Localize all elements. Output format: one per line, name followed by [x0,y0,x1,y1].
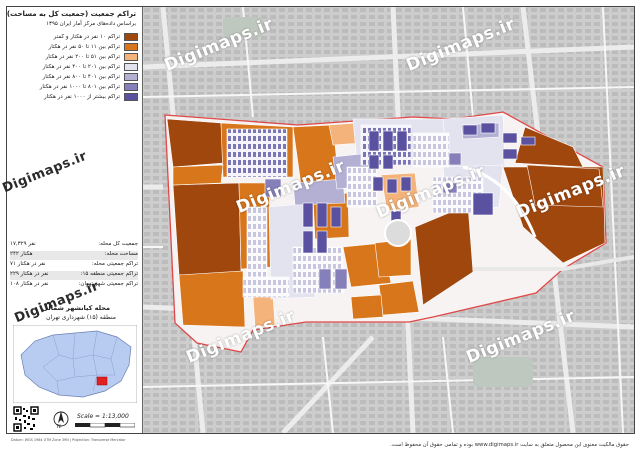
legend-class-2: تراکم بین ۱۱ تا ۵۰ نفر در هکتار [10,43,138,52]
legend-class-label: تراکم بین ۸۰۱ تا ۱۰۰۰ نفر در هکتار [39,84,120,90]
map-canvas[interactable]: · Digimaps.ir Digimaps.ir Digimaps.ir Di… [143,7,634,433]
legend-subtitle: براساس داده‌های مرکز آمار ایران ۱۳۹۵ [46,21,136,27]
stat-key: جمعیت کل محله: [98,241,138,247]
legend-swatch [124,63,138,71]
north-arrow-icon [53,411,69,427]
stat-value: ۲۲۹ نفر در هکتار [10,271,49,277]
legend-class-label: تراکم بین ۱۱ تا ۵۰ نفر در هکتار [48,44,120,50]
stat-row: جمعیت کل محله: ۱۷,۳۲۹ نفر [10,241,138,250]
legend-class-6: تراکم بین ۸۰۱ تا ۱۰۰۰ نفر در هکتار [10,83,138,92]
locality-highlight [96,376,108,386]
inset-locator-map [13,325,137,403]
legend-swatch [124,43,138,51]
legend-swatch [124,93,138,101]
copyright-footer: حقوق مالکیت معنوی این محصول متعلق به سای… [6,437,635,457]
stat-value: ۷۱ نفر در هکتار [10,261,46,267]
district-name: منطقه (۱۵) شهرداری تهران [46,314,116,321]
legend-class-label: تراکم ۱۰ نفر در هکتار و کمتر [53,34,120,40]
north-label: N [57,424,61,430]
stat-row: تراکم جمعیتی منطقه ۱۵: ۲۲۹ نفر در هکتار [10,271,138,280]
stat-key: مساحت محله: [104,251,138,257]
thematic-map: · [143,7,634,433]
legend-class-4: تراکم بین ۲۰۱ تا ۴۰۰ نفر در هکتار [10,63,138,72]
legend-class-1: تراکم ۱۰ نفر در هکتار و کمتر [10,33,138,42]
legend-class-label: تراکم بین ۴۰۱ تا ۸۰۰ نفر در هکتار [42,74,120,80]
qr-code [13,406,39,432]
legend-class-7: تراکم بیشتر از ۱۰۰۰ نفر در هکتار [10,93,138,102]
legend-title: تراکم جمعیت (جمعیت کل به مساحت) [6,10,136,18]
footer-text: حقوق مالکیت معنوی این محصول متعلق به سای… [390,442,629,448]
roundabout [384,219,412,247]
legend-class-5: تراکم بین ۴۰۱ تا ۸۰۰ نفر در هکتار [10,73,138,82]
stat-row: مساحت محله: ۲۴۲ هکتار [10,251,138,260]
legend-swatch [124,53,138,61]
stat-value: ۱۷,۳۲۹ نفر [10,241,36,247]
stat-value: ۲۴۲ هکتار [10,251,33,257]
stat-key: تراکم جمعیتی منطقه ۱۵: [80,271,138,277]
locality-name: محله کیانشهر شمالی [41,304,110,312]
legend-class-3: تراکم بین ۵۱ تا ۲۰۰ نفر در هکتار [10,53,138,62]
legend-class-label: تراکم بین ۲۰۱ تا ۴۰۰ نفر در هکتار [42,64,120,70]
legend-class-label: تراکم بین ۵۱ تا ۲۰۰ نفر در هکتار [45,54,120,60]
class-6-blocks [226,128,288,178]
legend-class-label: تراکم بیشتر از ۱۰۰۰ نفر در هکتار [43,94,120,100]
legend-swatch [124,33,138,41]
legend-swatch [124,73,138,81]
stat-key: تراکم جمعیتی محله: [91,261,138,267]
stat-row: تراکم جمعیتی شهر تهران: ۱۰۸ نفر در هکتار [10,281,138,290]
scale-bar [75,423,135,428]
legend-swatch [124,83,138,91]
stat-row: تراکم جمعیتی محله: ۷۱ نفر در هکتار [10,261,138,270]
scale-text: Scale = 1:13,000 [77,413,129,420]
stat-key: تراکم جمعیتی شهر تهران: [78,281,138,287]
stat-value: ۱۰۸ نفر در هکتار [10,281,49,287]
legend-panel: تراکم جمعیت (جمعیت کل به مساحت) براساس د… [6,7,143,442]
